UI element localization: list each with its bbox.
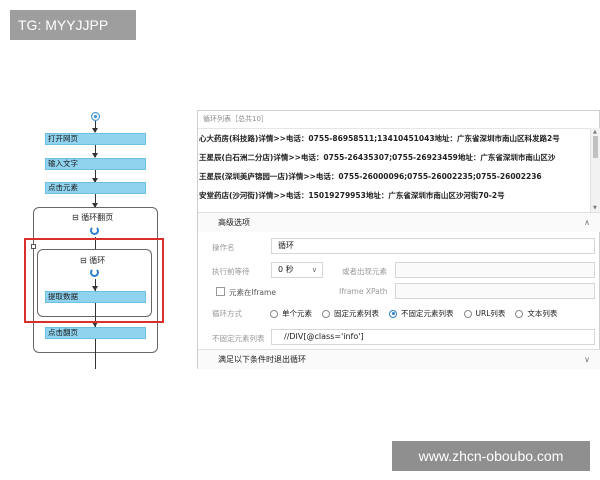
- radio-selected-icon[interactable]: [389, 309, 397, 318]
- settings-panel: 循环列表［总共10］ 心大药房(科技路)详情>>电话：0755-86958511…: [197, 110, 600, 369]
- iframe-xpath-field[interactable]: [395, 283, 595, 299]
- unfixed-list-label: 不固定元素列表: [212, 334, 265, 343]
- loop-mode-fixed-list[interactable]: 固定元素列表: [322, 308, 379, 319]
- flow-connector: [95, 339, 96, 369]
- radio-icon[interactable]: [270, 309, 278, 318]
- chevron-down-icon: ∨: [311, 266, 317, 274]
- loop-list-header: 循环列表［总共10］: [203, 115, 268, 123]
- unfixed-list-xpath-field[interactable]: //DIV[@class='info']: [271, 329, 595, 345]
- radio-icon[interactable]: [463, 309, 472, 318]
- radio-label: 文本列表: [527, 309, 558, 318]
- loop-mode-text-list[interactable]: 文本列表: [515, 308, 557, 319]
- loop-mode-radio-group: 单个元素 固定元素列表 不固定元素列表 URL列表 文本列表: [270, 308, 567, 319]
- list-item[interactable]: 心大药房(科技路)详情>>电话：0755-86958511;1341045104…: [198, 129, 590, 148]
- chevron-down-icon[interactable]: ∨: [584, 350, 590, 370]
- op-name-label: 操作名: [212, 243, 235, 252]
- loop-mode-single[interactable]: 单个元素: [270, 308, 312, 319]
- appear-element-field[interactable]: [395, 262, 595, 278]
- loop-mode-label: 循环方式: [212, 309, 242, 318]
- iframe-xpath-label: Iframe XPath: [339, 287, 388, 296]
- wait-select[interactable]: 0 秒 ∨: [271, 262, 323, 278]
- step-click-next-page[interactable]: 点击翻页: [45, 327, 146, 339]
- collapse-icon[interactable]: ⊟: [72, 213, 79, 222]
- op-name-field[interactable]: 循环: [271, 238, 595, 254]
- radio-label: 固定元素列表: [334, 309, 379, 318]
- advanced-options-header[interactable]: 高级选项 ∧: [198, 212, 600, 232]
- scroll-down-icon[interactable]: ▼: [593, 205, 597, 211]
- step-open-page[interactable]: 打开网页: [45, 133, 146, 145]
- loop-list[interactable]: 心大药房(科技路)详情>>电话：0755-86958511;1341045104…: [198, 128, 590, 212]
- exit-condition-header[interactable]: 满足以下条件时退出循环 ∨: [198, 349, 600, 369]
- scroll-up-icon[interactable]: ▲: [593, 129, 597, 135]
- radio-icon[interactable]: [515, 309, 524, 318]
- flow-start-icon[interactable]: [91, 112, 100, 121]
- in-iframe-checkbox[interactable]: [216, 287, 225, 296]
- wait-label: 执行前等待: [212, 267, 250, 276]
- step-click-element[interactable]: 点击元素: [45, 182, 146, 194]
- radio-icon[interactable]: [322, 309, 330, 318]
- exit-condition-title: 满足以下条件时退出循环: [218, 355, 306, 364]
- list-item[interactable]: 王星辰(深圳美庐锦园一店)详情>>电话：0755-26000096;0755-2…: [198, 167, 590, 186]
- wait-value: 0 秒: [278, 265, 294, 274]
- loop-mode-unfixed-list[interactable]: 不固定元素列表: [389, 308, 454, 319]
- site-watermark: www.zhcn-oboubo.com: [392, 441, 590, 471]
- in-iframe-label: 元素在Iframe: [229, 288, 276, 297]
- list-item[interactable]: 王星辰(白石洲二分店)详情>>电话：0755-26435307;0755-269…: [198, 148, 590, 167]
- radio-label: URL列表: [475, 309, 506, 318]
- loop-paging-title[interactable]: ⊟ 循环翻页: [72, 212, 113, 223]
- appear-element-label: 或者出现元素: [342, 267, 387, 276]
- list-vertical-scrollbar[interactable]: ▲ ▼: [590, 128, 600, 212]
- highlight-frame: [24, 238, 164, 323]
- step-input-text[interactable]: 输入文字: [45, 158, 146, 170]
- scroll-thumb[interactable]: [593, 136, 598, 158]
- loop-paging-label: 循环翻页: [81, 213, 114, 222]
- radio-label: 单个元素: [282, 309, 312, 318]
- loop-mode-url-list[interactable]: URL列表: [463, 308, 506, 319]
- tag-watermark: TG: MYYJJPP: [10, 10, 136, 40]
- advanced-options-title: 高级选项: [218, 218, 250, 227]
- radio-label: 不固定元素列表: [401, 309, 454, 318]
- list-item[interactable]: 安堂药店(沙河街)详情>>电话：15019279953地址：广东省深圳市南山区沙…: [198, 186, 590, 205]
- chevron-up-icon[interactable]: ∧: [584, 213, 590, 233]
- loop-refresh-icon: [90, 226, 99, 235]
